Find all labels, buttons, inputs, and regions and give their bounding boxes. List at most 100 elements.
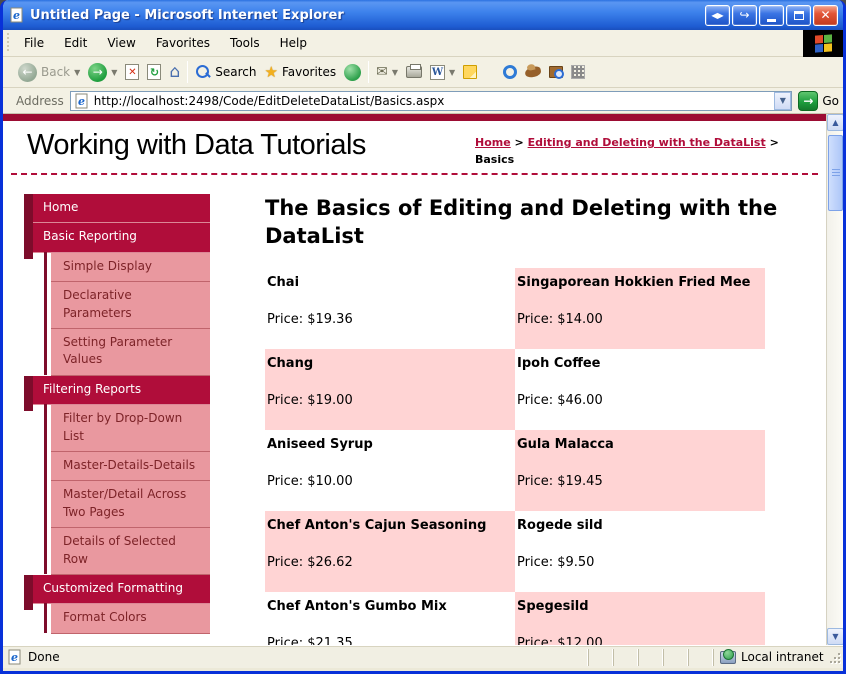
address-input[interactable]: e http://localhost:2498/Code/EditDeleteD… [69, 90, 793, 111]
status-bar: e Done Local intranet [3, 645, 843, 668]
sidebar-item-basic-reporting[interactable]: Basic Reporting [24, 223, 210, 260]
windows-logo-icon [814, 34, 832, 53]
discuss-note-icon [463, 65, 478, 79]
breadcrumb-section-link[interactable]: Editing and Deleting with the DataList [528, 136, 766, 149]
breadcrumb-home-link[interactable]: Home [475, 136, 511, 149]
window-title: Untitled Page - Microsoft Internet Explo… [30, 7, 344, 23]
refresh-button[interactable]: ↻ [143, 59, 165, 86]
dev-tool-button[interactable] [567, 59, 589, 86]
back-button[interactable]: ← Back ▼ [14, 59, 84, 86]
minimize-icon [767, 18, 776, 22]
menu-help[interactable]: Help [270, 30, 317, 56]
browser-window: e Untitled Page - Microsoft Internet Exp… [0, 0, 846, 674]
title-bar[interactable]: e Untitled Page - Microsoft Internet Exp… [3, 0, 843, 30]
address-label: Address [16, 93, 64, 108]
maximize-icon [793, 10, 804, 20]
home-button[interactable]: ⌂ [165, 59, 184, 86]
menu-grip[interactable] [5, 33, 12, 53]
status-pane [663, 648, 688, 666]
address-bar: Address e http://localhost:2498/Code/Edi… [3, 88, 843, 114]
status-page-icon: e [8, 649, 21, 665]
popout-icon: ↪ [739, 8, 750, 22]
print-icon [406, 64, 423, 78]
forward-button[interactable]: → ▼ [84, 59, 121, 86]
pan-icon: ◀▶ [711, 10, 724, 20]
pixel-grid-icon [571, 65, 586, 79]
menu-file[interactable]: File [14, 30, 54, 56]
scroll-up-button[interactable]: ▲ [827, 114, 843, 131]
dashed-divider [11, 173, 818, 176]
favorites-star-icon: ★ [264, 62, 278, 81]
messenger-button[interactable] [499, 59, 521, 86]
svg-text:e: e [11, 651, 18, 664]
discuss-button[interactable] [459, 59, 481, 86]
product-cell: Ipoh Coffee Price: $46.00 [517, 355, 603, 408]
sidebar-item-declarative-parameters[interactable]: Declarative Parameters [44, 281, 210, 330]
search-button[interactable]: Search [191, 59, 260, 86]
url-page-icon: e [75, 93, 88, 108]
popout-window-button[interactable]: ↪ [732, 4, 757, 26]
product-cell: Aniseed Syrup Price: $10.00 [267, 436, 373, 489]
maximize-button[interactable] [786, 4, 811, 26]
breadcrumb-separator: > [514, 136, 524, 149]
sidebar-item-customized-formatting[interactable]: Customized Formatting [24, 574, 210, 611]
sidebar-nav: Home Basic Reporting Simple Display Decl… [24, 194, 210, 645]
sidebar-item-filter-by-dropdown-list[interactable]: Filter by Drop-Down List [44, 404, 210, 452]
print-button[interactable] [402, 59, 426, 86]
product-cell: Spegesild Price: $12.00 [515, 591, 765, 645]
sidebar-item-setting-parameter-values[interactable]: Setting Parameter Values [44, 328, 210, 376]
scrollbar-thumb[interactable] [828, 135, 843, 211]
history-button[interactable] [340, 59, 365, 86]
edit-with-word-button[interactable]: W ▼ [426, 59, 459, 86]
address-url: http://localhost:2498/Code/EditDeleteDat… [93, 93, 445, 108]
sidebar-item-master-details-details[interactable]: Master-Details-Details [44, 450, 210, 482]
chevron-down-icon: ▼ [779, 96, 786, 105]
site-title: Working with Data Tutorials [27, 129, 366, 161]
minimize-button[interactable] [759, 4, 784, 26]
address-dropdown-button[interactable]: ▼ [774, 91, 792, 110]
status-text: Done [28, 650, 60, 664]
local-intranet-icon [720, 648, 736, 664]
pan-window-button[interactable]: ◀▶ [705, 4, 730, 26]
menu-favorites[interactable]: Favorites [146, 30, 220, 56]
sidebar-item-simple-display[interactable]: Simple Display [44, 251, 210, 283]
svg-text:e: e [78, 95, 85, 108]
security-zone-label: Local intranet [741, 650, 824, 664]
close-button[interactable]: ✕ [813, 4, 838, 26]
status-pane [638, 648, 663, 666]
stop-button[interactable]: ✕ [121, 59, 143, 86]
favorites-button[interactable]: ★ Favorites [260, 59, 340, 86]
sidebar-item-format-colors[interactable]: Format Colors [44, 603, 210, 634]
go-button[interactable]: → Go [798, 90, 839, 111]
menu-tools[interactable]: Tools [220, 30, 270, 56]
research-book-icon [549, 66, 565, 79]
sidebar-item-master-detail-across-two-pages[interactable]: Master/Detail Across Two Pages [44, 480, 210, 529]
ie-page-icon: e [10, 7, 23, 23]
thumb-grip-icon [831, 169, 840, 177]
menu-view[interactable]: View [97, 30, 145, 56]
sidebar-item-filtering-reports[interactable]: Filtering Reports [24, 375, 210, 412]
research-button[interactable] [545, 59, 567, 86]
mail-button[interactable]: ✉ ▼ [372, 59, 402, 86]
messenger-icon [503, 65, 518, 79]
sidebar-item-details-of-selected-row[interactable]: Details of Selected Row [44, 527, 210, 575]
back-dropdown-icon[interactable]: ▼ [74, 68, 80, 77]
scroll-down-button[interactable]: ▼ [827, 628, 843, 645]
resize-grip[interactable] [827, 650, 841, 664]
breadcrumb-current: Basics [475, 153, 515, 167]
scroll-down-icon: ▼ [832, 632, 839, 641]
forward-dropdown-icon[interactable]: ▼ [111, 68, 117, 77]
status-pane [588, 648, 613, 666]
page-title: The Basics of Editing and Deleting with … [265, 196, 778, 249]
breadcrumb-separator: > [769, 136, 779, 149]
animal-button[interactable] [521, 59, 545, 86]
mail-icon: ✉ [376, 64, 388, 80]
mail-dropdown-icon[interactable]: ▼ [392, 68, 398, 77]
menu-edit[interactable]: Edit [54, 30, 97, 56]
word-dropdown-icon[interactable]: ▼ [449, 68, 455, 77]
vertical-scrollbar[interactable]: ▲ ▼ [826, 114, 843, 645]
menu-bar: File Edit View Favorites Tools Help [3, 30, 843, 57]
sidebar-item-home[interactable]: Home [24, 194, 210, 230]
stop-icon: ✕ [125, 64, 140, 80]
main-content: The Basics of Editing and Deleting with … [210, 194, 826, 645]
